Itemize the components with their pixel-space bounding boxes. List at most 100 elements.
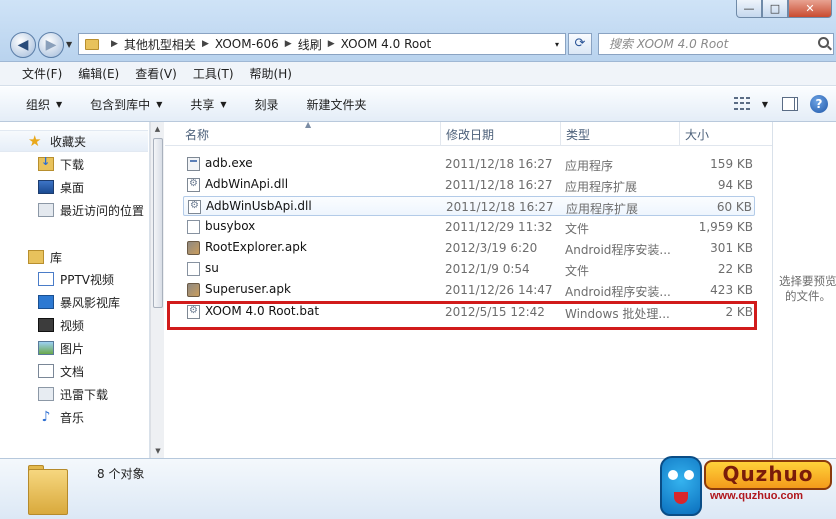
breadcrumb-separator[interactable]: ▶ xyxy=(328,39,335,49)
breadcrumb-item[interactable]: XOOM-606 xyxy=(215,37,279,51)
watermark-logo: Quzhuo xyxy=(704,460,832,490)
file-row-adbwinapi[interactable]: AdbWinApi.dll 2011/12/18 16:27 应用程序扩展 94… xyxy=(183,175,755,195)
search-input[interactable]: 搜索 XOOM 4.0 Root xyxy=(598,33,834,55)
address-dropdown[interactable]: ▾ xyxy=(555,40,559,49)
sidebar-item-video[interactable]: 视频 xyxy=(0,314,84,336)
sidebar-item-label: 暴风影视库 xyxy=(60,295,121,310)
window-controls: — □ ✕ xyxy=(736,0,832,18)
breadcrumb-item[interactable]: 其他机型相关 xyxy=(124,36,196,53)
sidebar-item-pptv[interactable]: PPTV视频 xyxy=(0,268,114,290)
column-divider[interactable] xyxy=(560,122,561,146)
sidebar-item-desktop[interactable]: 桌面 xyxy=(0,176,84,198)
organize-button[interactable]: 组织 ▼ xyxy=(26,96,62,113)
burn-button[interactable]: 刻录 xyxy=(255,96,279,113)
menu-view[interactable]: 查看(V) xyxy=(135,65,177,82)
file-date: 2011/12/18 16:27 xyxy=(445,157,553,171)
back-arrow-icon[interactable]: ◀ xyxy=(10,32,36,58)
sidebar-item-documents[interactable]: 文档 xyxy=(0,360,84,382)
file-date: 2011/12/18 16:27 xyxy=(445,178,553,192)
file-name: RootExplorer.apk xyxy=(205,240,307,254)
breadcrumb-separator[interactable]: ▶ xyxy=(202,39,209,49)
exe-file-icon xyxy=(187,157,200,171)
scroll-up-icon[interactable]: ▲ xyxy=(151,122,164,136)
file-row-superuser[interactable]: Superuser.apk 2011/12/26 14:47 Android程序… xyxy=(183,280,755,300)
breadcrumb-separator[interactable]: ▶ xyxy=(285,39,292,49)
sidebar-item-label: 图片 xyxy=(60,341,85,356)
preview-line: 的文件。 xyxy=(785,289,831,303)
close-button[interactable]: ✕ xyxy=(788,0,832,18)
file-list: ▲ 名称 修改日期 类型 大小 adb.exe 2011/12/18 16:27… xyxy=(165,120,772,458)
download-folder-icon xyxy=(38,155,54,171)
new-folder-button[interactable]: 新建文件夹 xyxy=(307,96,367,113)
file-row-adbwinusbapi[interactable]: AdbWinUsbApi.dll 2011/12/18 16:27 应用程序扩展… xyxy=(183,196,755,216)
sidebar-favorites[interactable]: ★ 收藏夹 xyxy=(0,130,148,152)
refresh-icon[interactable]: ⟳ xyxy=(568,33,592,55)
dll-file-icon xyxy=(187,178,200,192)
blank-file-icon xyxy=(187,262,200,276)
file-type: 应用程序扩展 xyxy=(565,180,638,194)
file-type: Android程序安装... xyxy=(565,243,671,257)
command-bar: 组织 ▼ 包含到库中 ▼ 共享 ▼ 刻录 新建文件夹 ▼ ? xyxy=(0,87,836,122)
column-name[interactable]: 名称 xyxy=(185,126,209,143)
site-watermark: Quzhuo www.quzhuo.com xyxy=(660,454,836,519)
address-bar[interactable]: ▶ 其他机型相关 ▶ XOOM-606 ▶ 线刷 ▶ XOOM 4.0 Root… xyxy=(78,33,566,55)
file-type: Android程序安装... xyxy=(565,285,671,299)
change-view-icon[interactable] xyxy=(733,97,750,111)
menu-edit[interactable]: 编辑(E) xyxy=(78,65,119,82)
sidebar-item-label: 桌面 xyxy=(60,180,85,195)
breadcrumb-current[interactable]: XOOM 4.0 Root xyxy=(341,37,432,51)
toolbar-right: ▼ ? xyxy=(733,95,828,113)
xunlei-download-icon xyxy=(38,387,54,401)
organize-label: 组织 xyxy=(26,97,51,112)
include-library-button[interactable]: 包含到库中 ▼ xyxy=(90,96,162,113)
column-divider[interactable] xyxy=(440,122,441,146)
sidebar-item-downloads[interactable]: 下载 xyxy=(0,153,84,175)
file-row-busybox[interactable]: busybox 2011/12/29 11:32 文件 1,959 KB xyxy=(183,217,755,237)
file-row-rootexplorer[interactable]: RootExplorer.apk 2012/3/19 6:20 Android程… xyxy=(183,238,755,258)
view-dropdown-icon[interactable]: ▼ xyxy=(762,100,768,109)
scrollbar-thumb[interactable] xyxy=(153,138,163,308)
search-placeholder: 搜索 XOOM 4.0 Root xyxy=(609,37,729,51)
file-row-su[interactable]: su 2012/1/9 0:54 文件 22 KB xyxy=(183,259,755,279)
breadcrumb-item[interactable]: 线刷 xyxy=(298,36,322,53)
maximize-button[interactable]: □ xyxy=(762,0,788,18)
menu-help[interactable]: 帮助(H) xyxy=(250,65,292,82)
scroll-down-icon[interactable]: ▼ xyxy=(151,444,165,458)
column-date[interactable]: 修改日期 xyxy=(446,126,494,143)
watermark-url: www.quzhuo.com xyxy=(710,490,804,502)
file-size: 94 KB xyxy=(717,178,753,192)
storm-video-icon xyxy=(38,295,54,309)
file-row-adb-exe[interactable]: adb.exe 2011/12/18 16:27 应用程序 159 KB xyxy=(183,154,755,174)
recent-places-icon xyxy=(38,203,54,217)
share-button[interactable]: 共享 ▼ xyxy=(190,96,226,113)
breadcrumb-separator[interactable]: ▶ xyxy=(111,39,118,49)
sidebar-item-label: 库 xyxy=(50,250,63,265)
column-type[interactable]: 类型 xyxy=(566,126,590,143)
sidebar-item-storm[interactable]: 暴风影视库 xyxy=(0,291,120,313)
file-size: 60 KB xyxy=(716,200,752,214)
forward-arrow-icon[interactable]: ▶ xyxy=(38,32,64,58)
pictures-icon xyxy=(38,341,54,355)
help-icon[interactable]: ? xyxy=(810,95,828,113)
column-headers: ▲ 名称 修改日期 类型 大小 xyxy=(165,120,772,146)
search-icon[interactable] xyxy=(818,37,829,48)
sidebar-item-recent[interactable]: 最近访问的位置 xyxy=(0,199,144,221)
sidebar-libraries[interactable]: 库 xyxy=(0,246,62,268)
preview-pane-icon[interactable] xyxy=(782,97,798,111)
sort-ascending-icon: ▲ xyxy=(305,120,312,129)
sidebar-item-music[interactable]: ♪ 音乐 xyxy=(0,406,84,428)
file-name: su xyxy=(205,261,219,275)
menu-file[interactable]: 文件(F) xyxy=(22,65,62,82)
sidebar-item-label: 文档 xyxy=(60,364,85,379)
sidebar-item-pictures[interactable]: 图片 xyxy=(0,337,84,359)
item-count: 8 个对象 xyxy=(97,467,145,481)
navigation-scrollbar[interactable]: ▲ ▼ xyxy=(150,122,164,458)
menu-tools[interactable]: 工具(T) xyxy=(193,65,234,82)
sidebar-item-label: 收藏夹 xyxy=(50,134,87,149)
minimize-button[interactable]: — xyxy=(736,0,762,18)
column-divider[interactable] xyxy=(679,122,680,146)
menu-bar: 文件(F) 编辑(E) 查看(V) 工具(T) 帮助(H) xyxy=(0,62,836,86)
recent-pages-dropdown[interactable]: ▼ xyxy=(66,40,72,49)
column-size[interactable]: 大小 xyxy=(685,126,709,143)
sidebar-item-xunlei[interactable]: 迅雷下载 xyxy=(0,383,108,405)
